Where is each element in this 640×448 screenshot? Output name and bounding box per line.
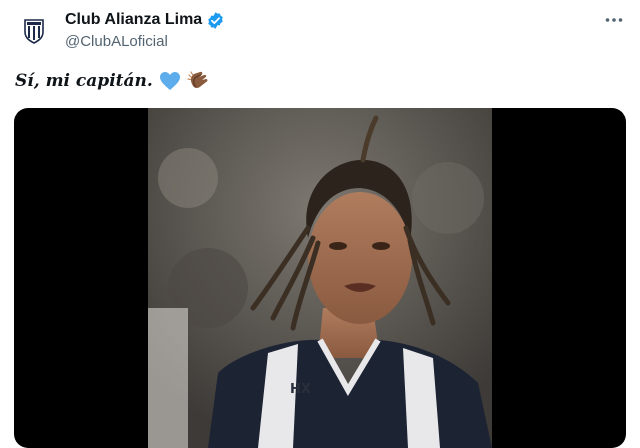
- tweet-header: Club Alianza Lima @ClubALoficial: [65, 9, 225, 50]
- tweet-card: Club Alianza Lima @ClubALoficial Sí, mi …: [0, 0, 640, 448]
- more-options-icon: [605, 18, 623, 22]
- tweet-media[interactable]: HX: [14, 108, 626, 448]
- blue-heart-icon: [159, 71, 181, 91]
- account-handle[interactable]: @ClubALoficial: [65, 33, 225, 50]
- avatar[interactable]: [17, 14, 51, 48]
- more-options-button[interactable]: [602, 10, 626, 30]
- tweet-body: Sí, mi capitán.: [15, 71, 153, 91]
- display-name[interactable]: Club Alianza Lima: [65, 11, 202, 29]
- jersey-logo: HX: [290, 382, 311, 397]
- video-frame: HX: [148, 108, 492, 448]
- tweet-text: Sí, mi capitán.: [15, 70, 211, 92]
- player-photo: HX: [148, 108, 492, 448]
- clapping-hands-icon: [187, 70, 211, 92]
- club-crest-icon: [24, 19, 44, 44]
- verified-badge-icon: [208, 11, 223, 29]
